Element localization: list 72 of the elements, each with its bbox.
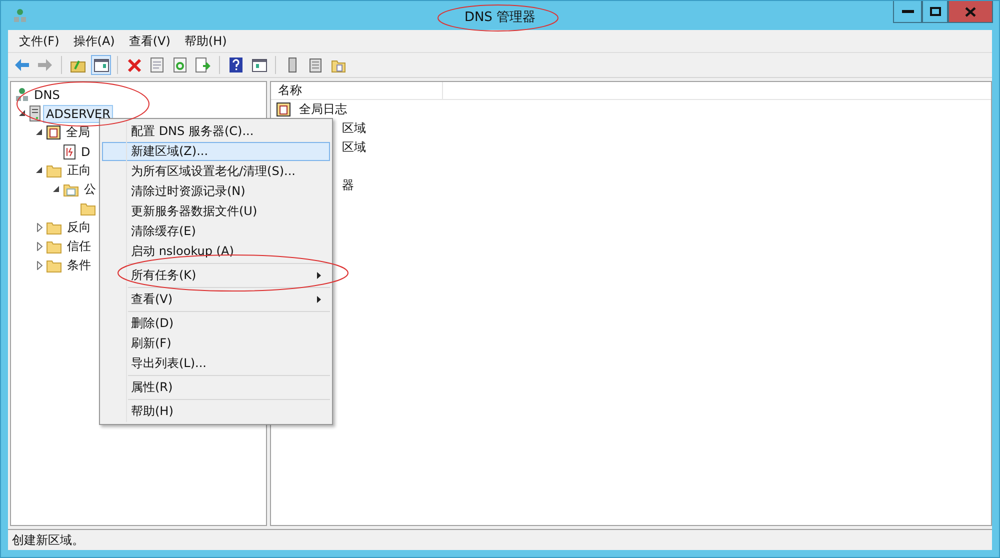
minimize-button[interactable] bbox=[893, 1, 922, 23]
collapse-arrow-icon[interactable] bbox=[36, 167, 43, 174]
tree-item[interactable]: 正向 bbox=[64, 160, 94, 181]
submenu-arrow-icon bbox=[317, 272, 321, 279]
collapse-arrow-icon[interactable] bbox=[53, 186, 60, 193]
list-icon[interactable] bbox=[308, 58, 322, 72]
context-menu-item[interactable]: 更新服务器数据文件(U) bbox=[102, 202, 330, 221]
context-menu-item[interactable]: 启动 nslookup (A) bbox=[102, 242, 330, 261]
context-menu-item[interactable]: 删除(D) bbox=[102, 314, 330, 333]
context-menu-item[interactable]: 清除缓存(E) bbox=[102, 222, 330, 241]
export-list-icon[interactable] bbox=[195, 57, 211, 73]
collapse-arrow-icon[interactable] bbox=[36, 129, 43, 136]
context-menu-item[interactable]: 刷新(F) bbox=[102, 334, 330, 353]
context-menu-item[interactable]: 导出列表(L)... bbox=[102, 354, 330, 373]
folder-icon[interactable] bbox=[330, 58, 346, 72]
server-icon bbox=[29, 105, 41, 122]
column-header[interactable]: 名称 bbox=[271, 82, 443, 99]
context-menu-item[interactable]: 新建区域(Z)... bbox=[102, 142, 330, 161]
refresh-icon[interactable] bbox=[173, 57, 187, 73]
folder-up-icon[interactable] bbox=[70, 58, 86, 72]
submenu-arrow-icon bbox=[317, 296, 321, 303]
properties-icon[interactable] bbox=[150, 57, 164, 73]
folder-icon bbox=[46, 240, 62, 254]
context-menu-item[interactable]: 属性(R) bbox=[102, 378, 330, 397]
list-item[interactable]: 器 bbox=[339, 175, 357, 196]
folder-icon bbox=[46, 164, 62, 178]
collapse-arrow-icon[interactable] bbox=[19, 110, 26, 117]
list-item[interactable]: 区域 bbox=[339, 137, 369, 158]
menu-item[interactable]: 操作(A) bbox=[66, 32, 122, 50]
context-menu-item[interactable]: 查看(V) bbox=[102, 290, 330, 309]
window-title: DNS 管理器 bbox=[464, 10, 536, 25]
tree-item[interactable]: 信任 bbox=[64, 236, 94, 257]
expand-arrow-icon[interactable] bbox=[36, 242, 42, 251]
context-menu-item[interactable]: 帮助(H) bbox=[102, 402, 330, 421]
console-tree-icon[interactable] bbox=[94, 58, 108, 72]
tree-item[interactable]: 公 bbox=[81, 179, 99, 200]
context-menu-item[interactable]: 配置 DNS 服务器(C)... bbox=[102, 122, 330, 141]
folder-icon bbox=[46, 220, 62, 234]
app-icon bbox=[13, 8, 27, 24]
help-icon[interactable] bbox=[229, 57, 243, 73]
close-icon bbox=[965, 6, 976, 16]
expand-arrow-icon[interactable] bbox=[36, 223, 42, 232]
tree-item[interactable]: ADSERVER bbox=[43, 104, 114, 122]
tree-item[interactable]: 条件 bbox=[64, 255, 94, 276]
context-menu-item[interactable]: 所有任务(K) bbox=[102, 266, 330, 285]
tree-item[interactable]: D bbox=[78, 142, 94, 160]
log-file-icon bbox=[63, 144, 76, 160]
network-icon bbox=[15, 86, 29, 102]
menu-item[interactable]: 查看(V) bbox=[122, 32, 178, 50]
folder-icon bbox=[80, 202, 96, 216]
tree-item[interactable]: 反向 bbox=[64, 217, 94, 238]
log-icon bbox=[46, 125, 61, 140]
status-text: 创建新区域。 bbox=[8, 529, 992, 550]
context-menu-item[interactable]: 为所有区域设置老化/清理(S)... bbox=[102, 162, 330, 181]
list-item[interactable]: 全局日志 bbox=[296, 99, 350, 120]
tree-item[interactable]: DNS bbox=[31, 86, 63, 104]
close-button[interactable] bbox=[948, 1, 993, 23]
folder-icon bbox=[63, 182, 79, 196]
expand-arrow-icon[interactable] bbox=[36, 261, 42, 270]
context-menu-item[interactable]: 清除过时资源记录(N) bbox=[102, 182, 330, 201]
menu-item[interactable]: 帮助(H) bbox=[177, 32, 234, 50]
tree-item[interactable]: 全局 bbox=[63, 122, 93, 143]
delete-icon[interactable] bbox=[126, 58, 142, 72]
list-item[interactable]: 区域 bbox=[339, 118, 369, 139]
log-icon bbox=[276, 102, 291, 117]
maximize-icon bbox=[930, 7, 940, 16]
server-icon[interactable] bbox=[288, 57, 296, 73]
menu-item[interactable]: 文件(F) bbox=[12, 32, 66, 50]
folder-icon bbox=[46, 258, 62, 272]
action-pane-icon[interactable] bbox=[252, 58, 266, 72]
minimize-icon bbox=[902, 10, 914, 13]
back-arrow-icon[interactable] bbox=[14, 58, 30, 72]
